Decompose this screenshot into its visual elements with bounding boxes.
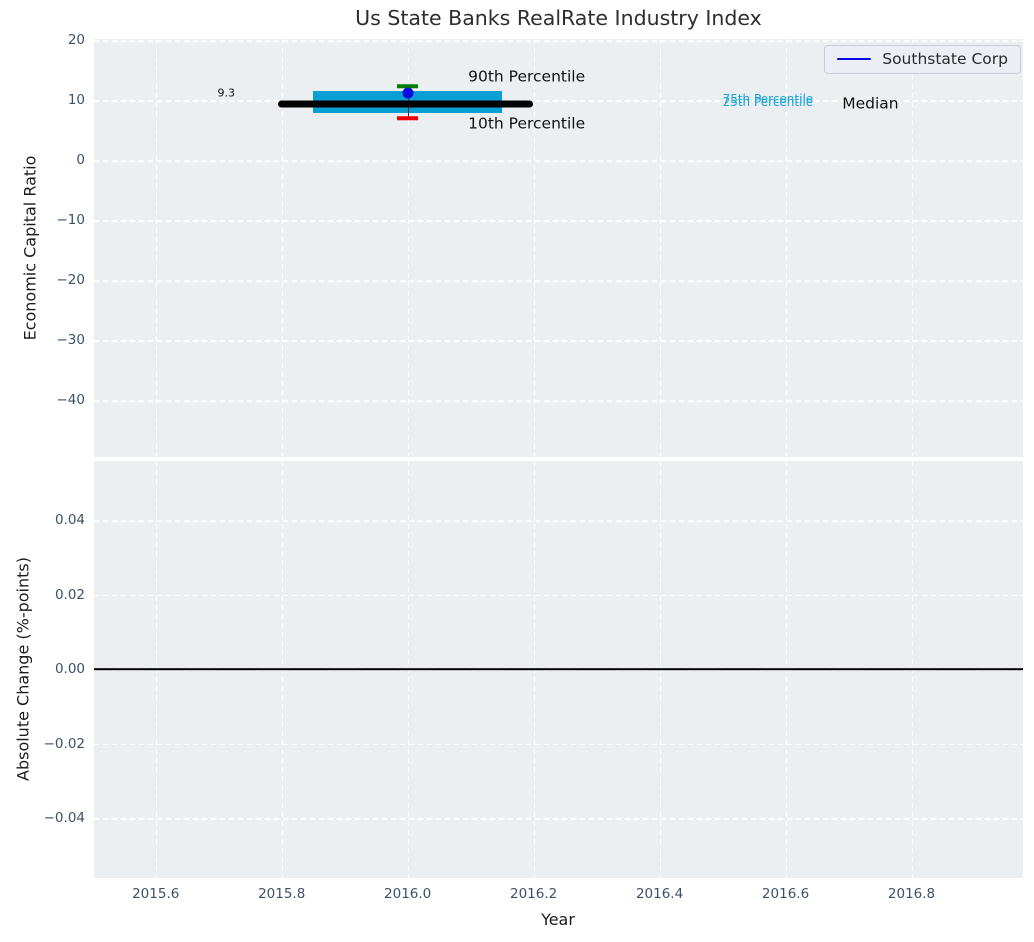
y-tick-label: −40 xyxy=(56,392,86,408)
y-tick-label: 20 xyxy=(67,32,85,49)
y-tick-label: −30 xyxy=(56,332,86,348)
y-gridline xyxy=(94,280,1023,282)
annotation-90th-percentile: 90th Percentile xyxy=(468,67,586,86)
x-tick-label: 2016.0 xyxy=(384,886,432,902)
x-gridline xyxy=(659,39,662,457)
legend-line-swatch xyxy=(837,57,872,61)
y-tick-label: 0.04 xyxy=(54,512,85,529)
y-gridline xyxy=(94,818,1023,820)
annotation-25th-percentile: 25th Percentile xyxy=(722,94,814,109)
y-gridline xyxy=(94,40,1023,42)
legend: Southstate Corp xyxy=(824,45,1021,74)
annotation-9-3: 9.3 xyxy=(217,86,236,100)
x-tick-label: 2016.4 xyxy=(635,886,684,902)
bottom-plot-area xyxy=(94,461,1023,878)
y-axis-label-top: Economic Capital Ratio xyxy=(20,155,40,341)
y-tick-label: 0.00 xyxy=(54,661,85,678)
y-gridline xyxy=(94,520,1023,522)
x-tick-label: 2016.8 xyxy=(887,886,936,902)
y-axis-label-bottom: Absolute Change (%-points) xyxy=(13,557,33,781)
y-tick-label: −10 xyxy=(56,212,86,228)
annotation-median: Median xyxy=(842,94,899,113)
figure: Us State Banks RealRate Industry Index 9… xyxy=(0,0,1034,942)
y-gridline xyxy=(94,743,1023,746)
y-tick-label: 0 xyxy=(76,152,85,168)
x-gridline xyxy=(533,39,536,457)
x-tick-label: 2015.8 xyxy=(258,886,306,902)
zero-line xyxy=(94,668,1023,670)
y-tick-label: 10 xyxy=(67,92,85,109)
y-tick-label: −0.04 xyxy=(43,810,85,827)
chart-title: Us State Banks RealRate Industry Index xyxy=(355,6,762,30)
x-tick-label: 2016.6 xyxy=(761,886,810,902)
company-point xyxy=(402,87,414,99)
y-gridline xyxy=(94,220,1023,222)
x-axis-label: Year xyxy=(541,910,575,929)
y-tick-label: −0.02 xyxy=(43,735,85,752)
median-line xyxy=(277,100,533,108)
legend-label: Southstate Corp xyxy=(882,50,1008,68)
top-plot-area: 9.3 90th Percentile 10th Percentile 75th Pe… xyxy=(94,39,1023,457)
x-gridline xyxy=(155,39,158,457)
annotation-10th-percentile: 10th Percentile xyxy=(468,114,586,133)
x-gridline xyxy=(911,39,914,457)
x-tick-label: 2015.6 xyxy=(132,886,180,902)
y-tick-label: −20 xyxy=(56,272,86,288)
y-gridline xyxy=(94,400,1023,402)
p10-marker xyxy=(396,116,419,120)
x-tick-label: 2016.2 xyxy=(509,886,558,902)
y-gridline xyxy=(94,340,1023,342)
y-tick-label: 0.02 xyxy=(54,586,85,603)
y-gridline xyxy=(94,594,1023,597)
y-gridline xyxy=(94,160,1023,162)
